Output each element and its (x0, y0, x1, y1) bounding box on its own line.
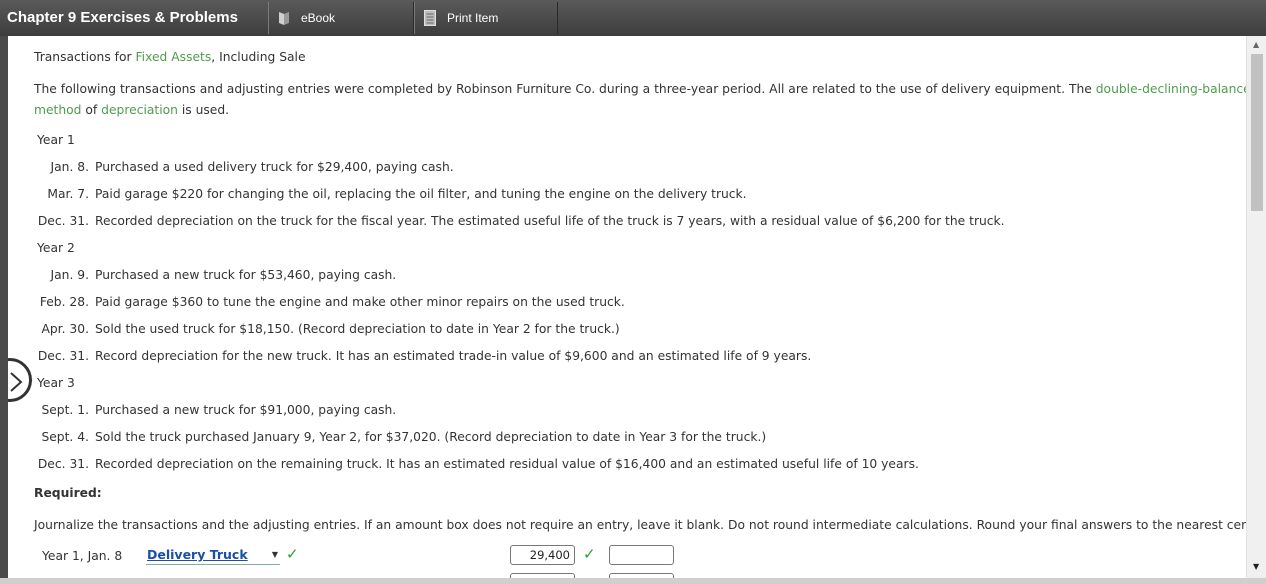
scroll-up-icon[interactable]: ▲ (1253, 40, 1259, 49)
intro-line-1: The following transactions and adjusting… (34, 82, 1246, 96)
double-declining-balance-link[interactable]: double-declining-balance (1096, 82, 1246, 96)
print-icon (424, 10, 436, 26)
method-link[interactable]: method (34, 103, 82, 117)
year-1-label: Year 1 (37, 133, 75, 147)
entry-text: Paid garage $360 to tune the engine and … (95, 295, 625, 309)
entry-text: Purchased a used delivery truck for $29,… (95, 160, 454, 174)
journal-date: Year 1, Jan. 8 (42, 549, 123, 563)
entry-date: Feb. 28. (39, 295, 89, 309)
debit-input[interactable]: 29,400 (510, 545, 575, 565)
frame-bottom-border (0, 578, 1266, 584)
problem-title-suffix: , Including Sale (211, 50, 306, 64)
chevron-right-icon (10, 372, 23, 392)
tab-print-item-label: Print Item (447, 11, 499, 25)
year-2-label: Year 2 (37, 241, 75, 255)
intro-text-3: is used. (177, 103, 230, 117)
intro-line-2: method of depreciation is used. (34, 103, 229, 117)
entry-date: Jan. 9. (50, 268, 89, 282)
entry-date: Sept. 1. (41, 403, 89, 417)
top-toolbar: Chapter 9 Exercises & Problems eBook Pri… (0, 0, 1266, 36)
account-select-value: Delivery Truck (147, 547, 248, 562)
chevron-down-icon: ▼ (271, 550, 278, 559)
scroll-down-icon[interactable]: ▼ (1253, 562, 1259, 571)
credit-input[interactable] (609, 545, 674, 565)
entry-text: Purchased a new truck for $91,000, payin… (95, 403, 397, 417)
entry-date: Dec. 31. (37, 457, 89, 471)
required-heading: Required: (34, 486, 102, 500)
scroll-thumb[interactable] (1251, 54, 1263, 211)
app-title: Chapter 9 Exercises & Problems (7, 9, 238, 26)
entry-text: Purchased a new truck for $53,460, payin… (95, 268, 397, 282)
problem-title-text: Transactions for (34, 50, 136, 64)
checkmark-icon: ✓ (286, 545, 299, 563)
entry-text: Sold the used truck for $18,150. (Record… (95, 322, 620, 336)
entry-date: Apr. 30. (41, 322, 89, 336)
year-3-label: Year 3 (37, 376, 75, 390)
frame-border (0, 36, 8, 584)
tab-ebook-label: eBook (301, 11, 336, 25)
intro-text-2: of (81, 103, 102, 117)
entry-date: Dec. 31. (37, 214, 89, 228)
entry-text: Record depreciation for the new truck. I… (95, 349, 812, 363)
entry-date: Mar. 7. (47, 187, 89, 201)
ebook-icon (278, 10, 290, 26)
tab-ebook[interactable]: eBook (268, 2, 414, 34)
tab-print-item[interactable]: Print Item (414, 2, 558, 34)
depreciation-link[interactable]: depreciation (101, 103, 178, 117)
entry-text: Recorded depreciation on the truck for t… (95, 214, 1005, 228)
entry-text: Paid garage $220 for changing the oil, r… (95, 187, 747, 201)
problem-title: Transactions for Fixed Assets, Including… (34, 50, 306, 64)
entry-text: Sold the truck purchased January 9, Year… (95, 430, 767, 444)
instructions-text: Journalize the transactions and the adju… (34, 518, 1246, 532)
entry-date: Sept. 4. (41, 430, 89, 444)
fixed-assets-link[interactable]: Fixed Assets (135, 50, 211, 64)
entry-text: Recorded depreciation on the remaining t… (95, 457, 919, 471)
scrollbar[interactable]: ▲ ▼ (1246, 36, 1266, 578)
problem-content: Transactions for Fixed Assets, Including… (8, 36, 1246, 578)
account-select[interactable]: Delivery Truck ▼ (146, 547, 280, 565)
entry-date: Jan. 8. (50, 160, 89, 174)
checkmark-icon: ✓ (583, 545, 596, 563)
next-arrow-button[interactable] (8, 358, 32, 402)
intro-text: The following transactions and adjusting… (34, 82, 1096, 96)
